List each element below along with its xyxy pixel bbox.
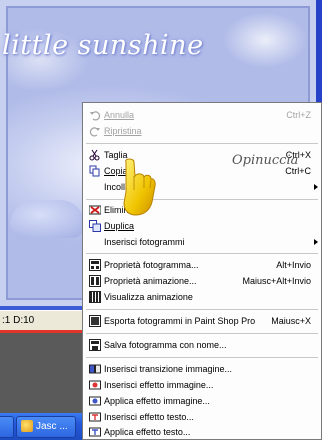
watermark-signature: Opinuccia — [232, 153, 298, 168]
transition-icon — [89, 364, 101, 374]
apply-text-effect-icon — [89, 427, 101, 437]
submenu-arrow-icon — [314, 184, 318, 190]
animation-properties-icon — [89, 275, 101, 287]
status-text: :1 D:10 — [2, 315, 35, 326]
menu-item-inserisci-fotogrammi[interactable]: Inserisci fotogrammi — [83, 235, 321, 249]
taskbar-button-jasc[interactable]: Jasc ... — [16, 416, 76, 438]
menu-item-visualizza-animazione[interactable]: Visualizza animazione — [83, 290, 321, 304]
menu-item-applica-effetto-testo[interactable]: Applica effetto testo... — [83, 425, 321, 439]
pointing-hand-icon — [123, 158, 156, 216]
submenu-arrow-icon — [314, 239, 318, 245]
photo-title-text: little sunshine — [2, 30, 204, 61]
menu-item-proprieta-animazione[interactable]: Proprietà animazione... Maiusc+Alt+Invio — [83, 274, 321, 288]
image-effect-icon — [89, 380, 101, 390]
workspace-background — [0, 333, 84, 413]
undo-icon — [90, 111, 101, 121]
menu-item-ripristina[interactable]: Ripristina — [83, 124, 321, 138]
redo-icon — [89, 127, 100, 137]
taskbar-button-label: Jasc ... — [36, 421, 68, 432]
menu-separator — [86, 357, 318, 358]
menu-item-applica-effetto-immagine[interactable]: Applica effetto immagine... — [83, 394, 321, 408]
menu-item-annulla[interactable]: Annulla Ctrl+Z — [83, 108, 321, 122]
save-icon — [89, 339, 101, 351]
scissors-icon — [89, 149, 100, 161]
watermark-text: Opinuccia — [232, 153, 299, 168]
menu-item-inserisci-effetto-immagine[interactable]: Inserisci effetto immagine... — [83, 378, 321, 392]
menu-separator — [86, 253, 318, 254]
export-icon — [89, 315, 101, 327]
view-animation-icon — [89, 291, 101, 303]
menu-item-proprieta-fotogramma[interactable]: Proprietà fotogramma... Alt+Invio — [83, 258, 321, 272]
frame-properties-icon — [89, 259, 101, 271]
menu-separator — [86, 333, 318, 334]
menu-item-duplica[interactable]: Duplica — [83, 219, 321, 233]
duplicate-icon — [89, 220, 101, 232]
taskbar-button-left[interactable] — [0, 416, 14, 438]
apply-image-effect-icon — [89, 396, 101, 406]
menu-separator — [86, 309, 318, 310]
menu-item-inserisci-transizione[interactable]: Inserisci transizione immagine... — [83, 362, 321, 376]
menu-separator — [86, 143, 318, 144]
menu-item-inserisci-effetto-testo[interactable]: Inserisci effetto testo... — [83, 410, 321, 424]
menu-item-salva-fotogramma[interactable]: Salva fotogramma con nome... — [83, 338, 321, 352]
delete-icon — [89, 205, 101, 215]
status-bar: :1 D:10 — [0, 310, 84, 331]
text-effect-icon — [89, 412, 101, 422]
copy-icon — [89, 165, 100, 177]
menu-item-esporta-fotogrammi[interactable]: Esporta fotogrammi in Paint Shop Pro Mai… — [83, 314, 321, 328]
jasc-app-icon — [21, 420, 33, 433]
